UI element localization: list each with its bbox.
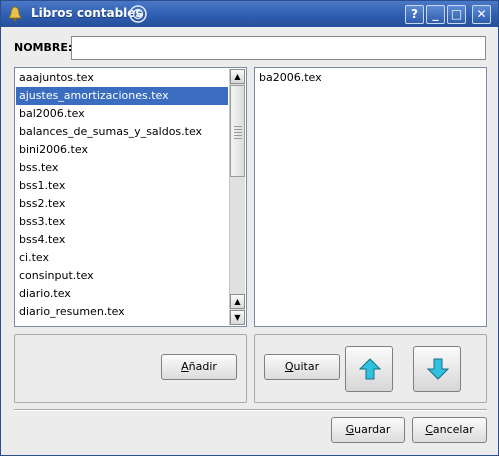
list-item[interactable]: bss3.tex xyxy=(16,213,228,231)
scrollbar-grip-icon xyxy=(234,126,242,140)
kde-swirl-icon xyxy=(129,5,147,23)
list-item[interactable]: ajustes_amortizaciones.tex xyxy=(16,87,228,105)
guardar-button[interactable]: Guardar xyxy=(331,417,405,443)
close-button[interactable]: ✕ xyxy=(472,5,491,24)
guardar-rest: uardar xyxy=(354,423,391,436)
selected-files-items: ba2006.tex xyxy=(256,69,485,325)
scrollbar-thumb[interactable] xyxy=(230,85,245,177)
separator xyxy=(14,409,487,411)
minimize-button[interactable]: _ xyxy=(426,5,445,24)
quitar-button[interactable]: Quitar xyxy=(264,354,340,380)
remove-reorder-group: Quitar xyxy=(254,334,487,403)
available-files-list[interactable]: aaajuntos.tex ajustes_amortizaciones.tex b… xyxy=(14,67,247,327)
list-item[interactable]: aaajuntos.tex xyxy=(16,69,228,87)
list-item[interactable]: bss.tex xyxy=(16,159,228,177)
scroll-down-arrow-icon[interactable]: ▼ xyxy=(230,310,245,325)
nombre-label: NOMBRE: xyxy=(14,41,73,54)
list-item[interactable]: diario_resumen.tex xyxy=(16,303,228,321)
cancelar-button[interactable]: Cancelar xyxy=(412,417,487,443)
arrow-down-icon xyxy=(427,358,449,380)
cancelar-mnemonic: C xyxy=(425,423,433,436)
add-group: Añadir xyxy=(14,334,247,403)
list-item[interactable]: diario.tex xyxy=(16,285,228,303)
arrow-up-icon xyxy=(359,358,381,380)
cancelar-rest: ancelar xyxy=(432,423,474,436)
quitar-rest: uitar xyxy=(293,360,320,373)
left-list-scrollbar[interactable]: ▲ ▲ ▼ xyxy=(229,69,245,325)
help-button[interactable]: ? xyxy=(405,5,424,24)
list-item[interactable]: bal2006.tex xyxy=(16,105,228,123)
anadir-button[interactable]: Añadir xyxy=(161,354,237,380)
anadir-mnemonic: A xyxy=(181,360,189,373)
list-item[interactable]: bini2006.tex xyxy=(16,141,228,159)
scroll-up-arrow-icon[interactable]: ▲ xyxy=(230,69,245,84)
move-down-button[interactable] xyxy=(413,346,461,392)
list-item[interactable]: ba2006.tex xyxy=(256,69,485,87)
move-up-button[interactable] xyxy=(345,346,393,392)
maximize-button[interactable]: □ xyxy=(447,5,466,24)
list-item[interactable]: ci.tex xyxy=(16,249,228,267)
guardar-mnemonic: G xyxy=(345,423,355,436)
app-bell-icon xyxy=(8,6,22,22)
nombre-input[interactable] xyxy=(71,36,486,60)
list-item[interactable]: consinput.tex xyxy=(16,267,228,285)
anadir-rest: ñadir xyxy=(188,360,217,373)
available-files-items: aaajuntos.tex ajustes_amortizaciones.tex b… xyxy=(16,69,228,325)
scroll-up-arrow-icon[interactable]: ▲ xyxy=(230,294,245,309)
list-item[interactable]: bss1.tex xyxy=(16,177,228,195)
list-item[interactable]: bss2.tex xyxy=(16,195,228,213)
window-title: Libros contables xyxy=(31,6,143,20)
list-item[interactable]: balances_de_sumas_y_saldos.tex xyxy=(16,123,228,141)
selected-files-list[interactable]: ba2006.tex xyxy=(254,67,487,327)
list-item[interactable]: bss4.tex xyxy=(16,231,228,249)
dialog-window: Libros contables ? _ □ ✕ NOMBRE: aaajunt… xyxy=(0,0,499,456)
title-bar[interactable]: Libros contables ? _ □ ✕ xyxy=(1,1,498,27)
quitar-mnemonic: Q xyxy=(284,360,294,373)
